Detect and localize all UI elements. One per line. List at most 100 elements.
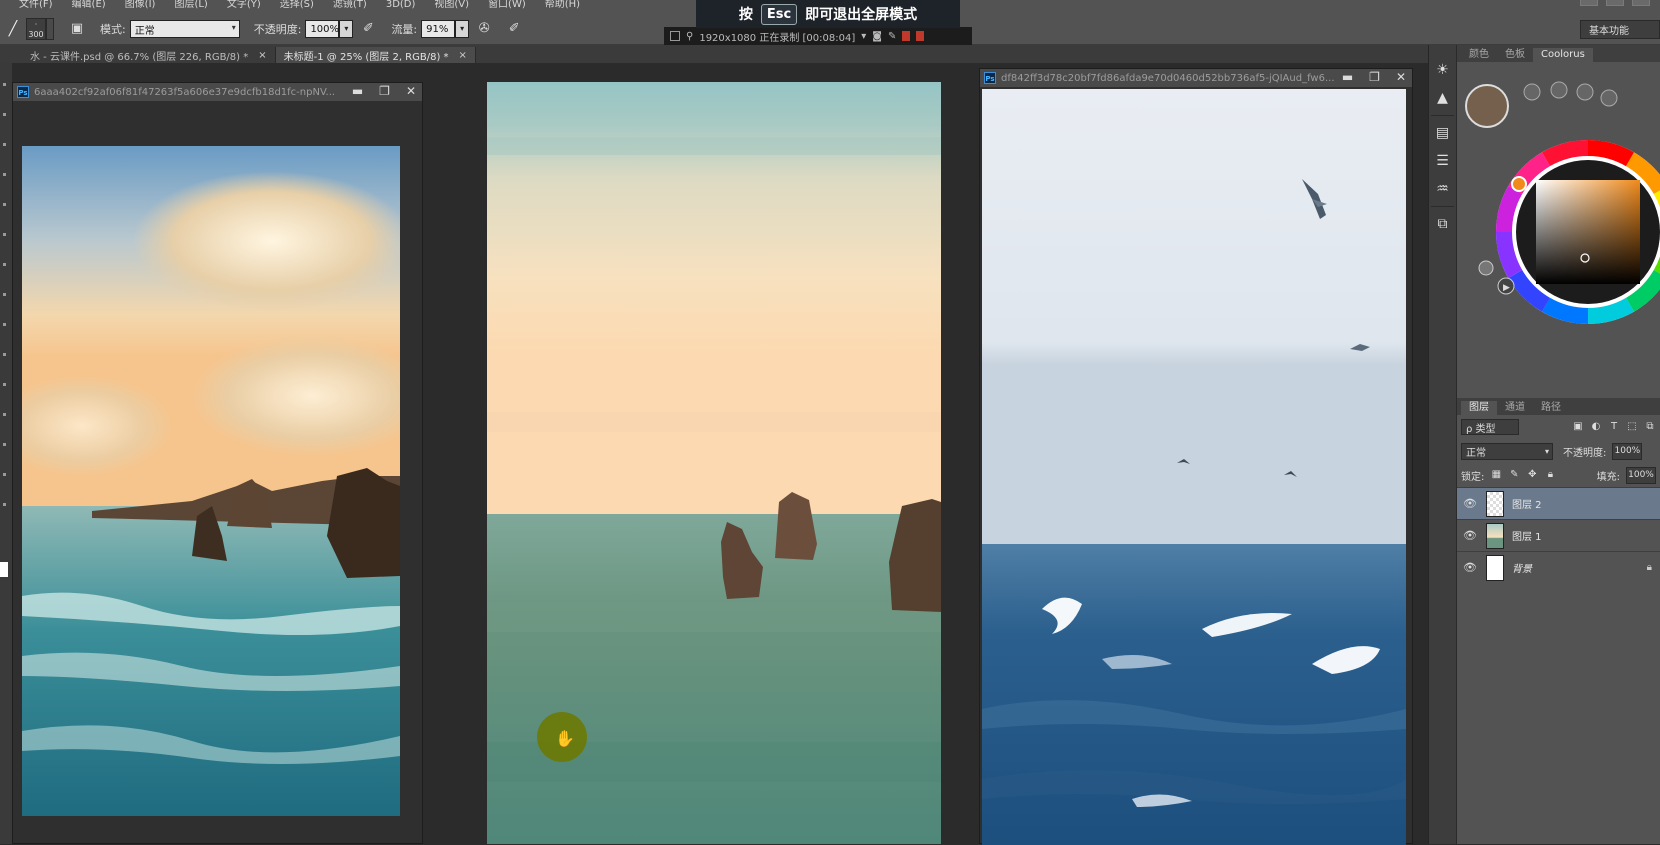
filter-type-icon[interactable]: T — [1608, 421, 1620, 433]
filter-pixel-icon[interactable]: ▣ — [1572, 421, 1584, 433]
eye-icon[interactable]: 👁︎ — [1457, 529, 1483, 542]
camera-icon[interactable]: ◙ — [872, 31, 882, 42]
layer-opacity-input[interactable]: 100% — [1612, 442, 1643, 460]
close-icon[interactable]: ✕ — [406, 83, 416, 99]
menu-image[interactable]: 图像(I) — [125, 0, 156, 12]
mode-select[interactable]: 正常 ▾ — [129, 20, 240, 38]
blend-mode-select[interactable]: 正常 ▾ — [1461, 442, 1553, 460]
lock-row: 锁定: ▦ ✎ ✥ 🔒︎ 填充: 100% — [1457, 463, 1660, 487]
filter-shape-icon[interactable]: ⬚ — [1626, 421, 1638, 433]
menu-window[interactable]: 窗口(W) — [488, 0, 526, 12]
active-canvas[interactable]: ✋ — [487, 82, 941, 844]
tool-icon[interactable] — [3, 503, 6, 506]
tool-icon[interactable] — [3, 113, 6, 116]
menu-edit[interactable]: 编辑(E) — [72, 0, 106, 12]
brush-preset-dropdown[interactable] — [46, 18, 54, 40]
tab-close-icon[interactable]: × — [258, 50, 266, 61]
tool-icon[interactable] — [3, 203, 6, 206]
tab-channels[interactable]: 通道 — [1497, 401, 1533, 415]
filter-adjust-icon[interactable]: ◐ — [1590, 421, 1602, 433]
minimize-icon[interactable]: ▬ — [352, 83, 363, 99]
stop-icon[interactable] — [916, 31, 925, 41]
menu-3d[interactable]: 3D(D) — [386, 0, 416, 12]
app-restore-button[interactable] — [1606, 0, 1624, 6]
tab-untitled-1[interactable]: 未标题-1 @ 25% (图层 2, RGB/8) * × — [275, 47, 476, 63]
window-titlebar[interactable]: Ps df842ff3d78c20bf7fd86afda9e70d0460d52… — [980, 69, 1412, 87]
tab-color[interactable]: 颜色 — [1461, 48, 1497, 62]
window-titlebar[interactable]: Ps 6aaa402cf92af06f81f47263f5a606e37e9dc… — [13, 83, 422, 101]
menu-help[interactable]: 帮助(H) — [545, 0, 580, 12]
opacity-dropdown[interactable]: ▾ — [339, 20, 354, 38]
pressure-size-icon[interactable]: ✐ — [505, 20, 523, 38]
close-icon[interactable]: ✕ — [1396, 69, 1406, 85]
menu-layer[interactable]: 图层(L) — [174, 0, 207, 12]
background-color-swatch[interactable] — [0, 562, 8, 577]
tool-icon[interactable] — [3, 323, 6, 326]
brush-panel-icon[interactable]: ▣ — [68, 20, 86, 38]
pause-icon[interactable] — [902, 31, 911, 41]
layer-row-layer2[interactable]: 👁︎ 图层 2 — [1457, 487, 1660, 519]
eye-icon[interactable]: 👁︎ — [1457, 561, 1483, 574]
tool-icon[interactable] — [3, 473, 6, 476]
sliders-icon[interactable]: ☰ — [1432, 150, 1454, 172]
layer-row-layer1[interactable]: 👁︎ 图层 1 — [1457, 519, 1660, 551]
clone-source-icon[interactable]: ⧉ — [1432, 213, 1454, 235]
screen-icon[interactable] — [670, 31, 680, 41]
brush-size-picker[interactable]: · 300 — [26, 18, 46, 40]
pen-icon[interactable]: ✎ — [888, 31, 896, 42]
flow-dropdown[interactable]: ▾ — [455, 20, 470, 38]
tool-icon[interactable] — [3, 143, 6, 146]
tab-coolorus[interactable]: Coolorus — [1533, 48, 1593, 62]
ocean-seagulls-photo — [982, 89, 1406, 845]
flow-input[interactable]: 91% — [421, 20, 456, 38]
layer-thumbnail — [1486, 490, 1504, 517]
lock-all-icon[interactable]: 🔒︎ — [1544, 469, 1556, 481]
lock-paint-icon[interactable]: ✎ — [1508, 469, 1520, 481]
tool-icon[interactable] — [3, 233, 6, 236]
menu-view[interactable]: 视图(V) — [434, 0, 469, 12]
adjustments-icon[interactable]: ▤ — [1432, 122, 1454, 144]
menu-file[interactable]: 文件(F) — [19, 0, 53, 12]
tool-icon[interactable] — [3, 263, 6, 266]
maximize-icon[interactable]: ❐ — [1369, 69, 1380, 85]
maximize-icon[interactable]: ❐ — [379, 83, 390, 99]
eye-icon[interactable]: 👁︎ — [1457, 497, 1483, 510]
brush-preset-icon[interactable]: ♒ — [1432, 178, 1454, 200]
recorder-dropdown-icon[interactable]: ▾ — [861, 31, 866, 42]
app-minimize-button[interactable] — [1580, 0, 1598, 6]
minimize-icon[interactable]: ▬ — [1342, 69, 1353, 85]
brush-tool-icon[interactable]: ╱ — [0, 21, 26, 37]
menu-type[interactable]: 文字(Y) — [227, 0, 261, 12]
zoom-icon[interactable]: ⚲ — [686, 31, 693, 42]
tool-icon[interactable] — [3, 293, 6, 296]
tool-icon[interactable] — [3, 353, 6, 356]
tool-icon[interactable] — [3, 173, 6, 176]
menu-select[interactable]: 选择(S) — [280, 0, 314, 12]
filter-smart-icon[interactable]: ⧉ — [1644, 421, 1656, 433]
fill-label: 填充: — [1596, 471, 1620, 483]
tab-swatches[interactable]: 色板 — [1497, 48, 1533, 62]
layer-kind-filter[interactable]: ρ 类型 — [1461, 419, 1519, 435]
opacity-input[interactable]: 100% — [305, 20, 340, 38]
tab-water-psd[interactable]: 水 - 云课件.psd @ 66.7% (图层 226, RGB/8) * × — [22, 47, 276, 63]
sun-icon[interactable]: ☀ — [1432, 59, 1454, 81]
tool-icon[interactable] — [3, 443, 6, 446]
layer-fill-input[interactable]: 100% — [1626, 466, 1656, 484]
layer-row-background[interactable]: 👁︎ 背景 🔒︎ — [1457, 551, 1660, 583]
app-close-button[interactable] — [1632, 0, 1650, 6]
pressure-opacity-icon[interactable]: ✐ — [359, 20, 377, 38]
color-mode-icon[interactable] — [1478, 260, 1494, 276]
color-wheel[interactable]: ▶ — [1457, 80, 1660, 340]
tab-paths[interactable]: 路径 — [1533, 401, 1569, 415]
menu-filter[interactable]: 滤镜(T) — [333, 0, 367, 12]
airbrush-icon[interactable]: ✇ — [475, 20, 493, 38]
tool-icon[interactable] — [3, 383, 6, 386]
tool-icon[interactable] — [3, 83, 6, 86]
tool-icon[interactable] — [3, 413, 6, 416]
lock-move-icon[interactable]: ✥ — [1526, 469, 1538, 481]
tab-layers[interactable]: 图层 — [1461, 401, 1497, 415]
workspace-select[interactable]: 基本功能 — [1580, 20, 1660, 39]
lock-transparent-icon[interactable]: ▦ — [1490, 469, 1502, 481]
tab-close-icon[interactable]: × — [459, 50, 467, 61]
mountain-icon[interactable]: ▲ — [1432, 87, 1454, 109]
